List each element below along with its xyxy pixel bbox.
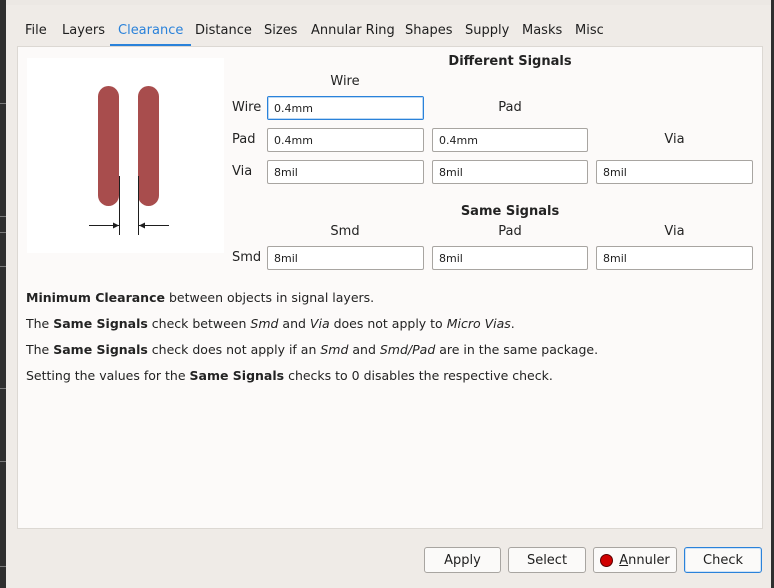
tab-shapes[interactable]: Shapes bbox=[405, 18, 452, 44]
window-left-edge bbox=[0, 0, 6, 588]
row-label-pad: Pad bbox=[232, 132, 256, 147]
same-smd-smd-input[interactable] bbox=[267, 246, 424, 270]
tab-masks[interactable]: Masks bbox=[522, 18, 562, 44]
left-wire-shape bbox=[98, 86, 119, 206]
tab-clearance[interactable]: Clearance bbox=[109, 18, 192, 46]
arrowhead-left-icon bbox=[113, 222, 119, 229]
same-smd-pad-input[interactable] bbox=[432, 246, 588, 270]
clearance-via-pad-input[interactable] bbox=[432, 160, 588, 184]
tab-layers[interactable]: Layers bbox=[62, 18, 105, 44]
col-header-via: Via bbox=[664, 132, 685, 147]
annuler-button[interactable]: Annuler bbox=[593, 547, 677, 573]
arrowhead-right-icon bbox=[139, 222, 145, 229]
same-signals-heading: Same Signals bbox=[460, 204, 560, 219]
clearance-pad-wire-input[interactable] bbox=[267, 128, 424, 152]
check-button-label: Check bbox=[703, 552, 743, 568]
tab-bar: File Layers Clearance Distance Sizes Ann… bbox=[17, 18, 761, 46]
different-signals-heading: Different Signals bbox=[448, 54, 572, 69]
annuler-button-label: Annuler bbox=[619, 552, 670, 568]
clearance-pad-pad-input[interactable] bbox=[432, 128, 588, 152]
apply-button[interactable]: Apply bbox=[424, 547, 501, 573]
col-header-pad: Pad bbox=[498, 100, 522, 115]
wire-clearance-diagram bbox=[89, 86, 169, 235]
col-header-same-pad: Pad bbox=[498, 224, 522, 239]
col-header-wire: Wire bbox=[330, 74, 360, 89]
clearance-illustration bbox=[27, 58, 224, 253]
window-top-edge bbox=[0, 0, 774, 5]
tab-annular-ring[interactable]: Annular Ring bbox=[311, 18, 395, 44]
clearance-via-wire-input[interactable] bbox=[267, 160, 424, 184]
clearance-via-via-input[interactable] bbox=[596, 160, 753, 184]
record-red-dot-icon bbox=[600, 553, 614, 567]
tab-supply[interactable]: Supply bbox=[465, 18, 509, 44]
col-header-same-via: Via bbox=[664, 224, 685, 239]
note-micro-vias: The Same Signals check between Smd and V… bbox=[26, 316, 515, 331]
same-smd-via-input[interactable] bbox=[596, 246, 753, 270]
note-same-package: The Same Signals check does not apply if… bbox=[26, 342, 599, 357]
tab-distance[interactable]: Distance bbox=[195, 18, 252, 44]
apply-button-label: Apply bbox=[444, 552, 481, 568]
row-label-wire: Wire bbox=[232, 100, 262, 115]
note-minimum-clearance: Minimum Clearance between objects in sig… bbox=[26, 290, 375, 305]
right-wire-shape bbox=[138, 86, 159, 206]
clearance-wire-wire-input[interactable] bbox=[267, 96, 424, 120]
tab-misc[interactable]: Misc bbox=[575, 18, 604, 44]
select-button-label: Select bbox=[526, 552, 568, 568]
col-header-smd: Smd bbox=[330, 224, 360, 239]
row-label-via: Via bbox=[232, 164, 253, 179]
row-label-smd: Smd bbox=[232, 250, 262, 265]
check-button[interactable]: Check bbox=[684, 547, 762, 573]
select-button[interactable]: Select bbox=[508, 547, 586, 573]
tab-sizes[interactable]: Sizes bbox=[264, 18, 297, 44]
tab-file[interactable]: File bbox=[25, 18, 47, 44]
note-zero-disables: Setting the values for the Same Signals … bbox=[26, 368, 553, 383]
